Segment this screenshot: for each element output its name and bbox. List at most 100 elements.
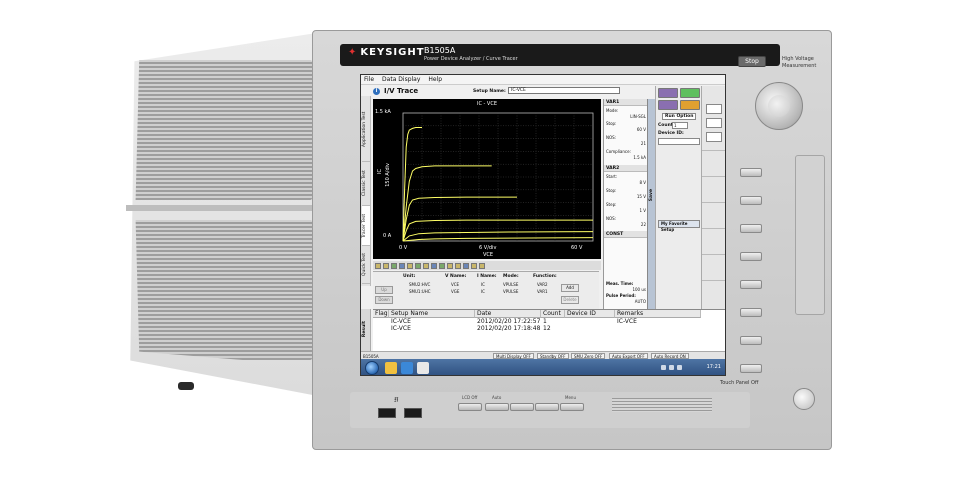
smu-row1-iname[interactable]: IC bbox=[481, 282, 485, 287]
var2-start-row[interactable]: Start: bbox=[606, 174, 646, 179]
var2-start-value[interactable]: 8 V bbox=[606, 180, 646, 185]
network-icon[interactable] bbox=[669, 365, 674, 370]
softkey-7[interactable] bbox=[740, 336, 762, 345]
scale-icon[interactable] bbox=[407, 262, 413, 269]
var1-nos-row[interactable]: NOS: bbox=[606, 135, 646, 140]
iv-trace-plot[interactable]: IC - VCE 1.5 kA 150 A/div IC 0 A 0 V 6 V… bbox=[373, 99, 601, 259]
var1-stop-row[interactable]: Stop: bbox=[606, 121, 646, 126]
var2-stop-value[interactable]: 15 V bbox=[606, 194, 646, 199]
softkey-4[interactable] bbox=[740, 252, 762, 261]
col-setup-name[interactable]: Setup Name bbox=[389, 310, 475, 318]
row2-setup[interactable]: IC-VCE bbox=[389, 325, 411, 333]
tab-quick-test[interactable]: Quick Test bbox=[362, 246, 370, 284]
var1-mode-row[interactable]: Mode: bbox=[606, 108, 646, 113]
overlay-icon[interactable] bbox=[423, 262, 429, 269]
list-icon[interactable] bbox=[706, 132, 722, 142]
touch-panel-key[interactable] bbox=[740, 364, 762, 373]
line-icon[interactable] bbox=[399, 262, 405, 269]
tab-classic-test[interactable]: Classic Test bbox=[362, 162, 370, 206]
setup-name-input[interactable]: IC-VCE bbox=[508, 87, 620, 94]
cursor-icon[interactable] bbox=[391, 262, 397, 269]
tab-application-test[interactable]: Application Test bbox=[362, 98, 370, 162]
softkey-6[interactable] bbox=[740, 308, 762, 317]
grid-icon[interactable] bbox=[415, 262, 421, 269]
smu-row2-vname[interactable]: VGE bbox=[451, 289, 459, 294]
export-icon[interactable] bbox=[447, 262, 453, 269]
softkey-3[interactable] bbox=[740, 224, 762, 233]
add-button[interactable]: Add bbox=[561, 284, 579, 292]
plus-key[interactable] bbox=[535, 403, 559, 411]
softkey-2[interactable] bbox=[740, 196, 762, 205]
single-button[interactable] bbox=[658, 100, 678, 110]
var2-nos-value[interactable]: 22 bbox=[606, 222, 646, 227]
var1-header[interactable]: VAR1 bbox=[604, 99, 648, 106]
var1-stop-value[interactable]: 60 V bbox=[606, 127, 646, 132]
clear-icon[interactable] bbox=[463, 262, 469, 269]
menu-file[interactable]: File bbox=[364, 76, 374, 83]
easyexpert-icon[interactable] bbox=[417, 362, 429, 374]
lcd-off-key[interactable] bbox=[458, 403, 482, 411]
row2-count[interactable]: 12 bbox=[541, 325, 551, 333]
info-icon[interactable]: i bbox=[373, 87, 380, 95]
col-device-id[interactable]: Device ID bbox=[565, 310, 615, 318]
const-header[interactable]: CONST bbox=[604, 231, 648, 238]
menu-data-display[interactable]: Data Display bbox=[382, 76, 420, 83]
var1-mode-value[interactable]: LIN-SGL bbox=[606, 114, 646, 119]
result-tab[interactable]: Result bbox=[361, 309, 371, 357]
graph-icon[interactable] bbox=[706, 118, 722, 128]
down-button[interactable]: Down bbox=[375, 296, 393, 304]
var2-stop-row[interactable]: Stop: bbox=[606, 188, 646, 193]
col-remarks[interactable]: Remarks bbox=[615, 310, 701, 318]
smu-row1-unit[interactable]: SMU2:HVC bbox=[409, 282, 430, 287]
menu-help[interactable]: Help bbox=[428, 76, 442, 83]
save-strip[interactable]: Save bbox=[647, 99, 655, 309]
up-button[interactable]: Up bbox=[375, 286, 393, 294]
run-trace-icon[interactable] bbox=[479, 262, 485, 269]
var2-step-value[interactable]: 1 V bbox=[606, 208, 646, 213]
stop-button[interactable]: Stop bbox=[738, 56, 766, 67]
auto-key[interactable] bbox=[485, 403, 509, 411]
start-icon[interactable] bbox=[365, 361, 379, 375]
smu-row1-function[interactable]: VAR2 bbox=[537, 282, 548, 287]
count-input[interactable]: 1 bbox=[672, 122, 688, 129]
smu-row2-function[interactable]: VAR1 bbox=[537, 289, 548, 294]
tab-tracer-test[interactable]: Tracer Test bbox=[362, 206, 370, 246]
var1-compliance-row[interactable]: Compliance: bbox=[606, 149, 646, 154]
marker-icon[interactable] bbox=[383, 262, 389, 269]
zoom-icon[interactable] bbox=[375, 262, 381, 269]
softkey-5[interactable] bbox=[740, 280, 762, 289]
settings-icon[interactable] bbox=[455, 262, 461, 269]
run-button[interactable] bbox=[680, 88, 700, 98]
smu-row1-vname[interactable]: VCE bbox=[451, 282, 459, 287]
minus-key[interactable] bbox=[510, 403, 534, 411]
var2-nos-row[interactable]: NOS: bbox=[606, 216, 646, 221]
browser-icon[interactable] bbox=[401, 362, 413, 374]
device-id-input[interactable] bbox=[658, 138, 700, 145]
usb-port-1[interactable] bbox=[378, 408, 396, 418]
var2-step-row[interactable]: Step: bbox=[606, 202, 646, 207]
col-count[interactable]: Count bbox=[541, 310, 565, 318]
smu-row2-mode[interactable]: VPULSE bbox=[503, 289, 518, 294]
col-flag[interactable]: Flag bbox=[373, 310, 389, 318]
repeat-button[interactable] bbox=[680, 100, 700, 110]
usb-port-2[interactable] bbox=[404, 408, 422, 418]
row1-remarks[interactable]: IC-VCE bbox=[615, 318, 637, 326]
var2-header[interactable]: VAR2 bbox=[604, 165, 648, 172]
folder-icon[interactable] bbox=[385, 362, 397, 374]
var1-nos-value[interactable]: 21 bbox=[606, 141, 646, 146]
power-button[interactable] bbox=[793, 388, 815, 410]
favorite-setup-button[interactable]: My Favorite Setup bbox=[658, 220, 700, 232]
tray-icon[interactable] bbox=[661, 365, 666, 370]
smu-row1-mode[interactable]: VPULSE bbox=[503, 282, 518, 287]
meas-time-value[interactable]: 100 us bbox=[606, 287, 646, 292]
append-icon[interactable] bbox=[471, 262, 477, 269]
row2-date[interactable]: 2012/02/20 17:18:48 bbox=[475, 325, 540, 333]
copy-icon[interactable] bbox=[431, 262, 437, 269]
var1-compliance-value[interactable]: 1.5 kA bbox=[606, 155, 646, 160]
print-icon[interactable] bbox=[439, 262, 445, 269]
measure-button[interactable] bbox=[658, 88, 678, 98]
run-option-button[interactable]: Run Option bbox=[662, 113, 697, 120]
smu-row2-unit[interactable]: SMU1:UHC bbox=[409, 289, 431, 294]
touch-screen[interactable]: File Data Display Help i I/V Trace Setup… bbox=[360, 74, 726, 376]
menu-key[interactable] bbox=[560, 403, 584, 411]
